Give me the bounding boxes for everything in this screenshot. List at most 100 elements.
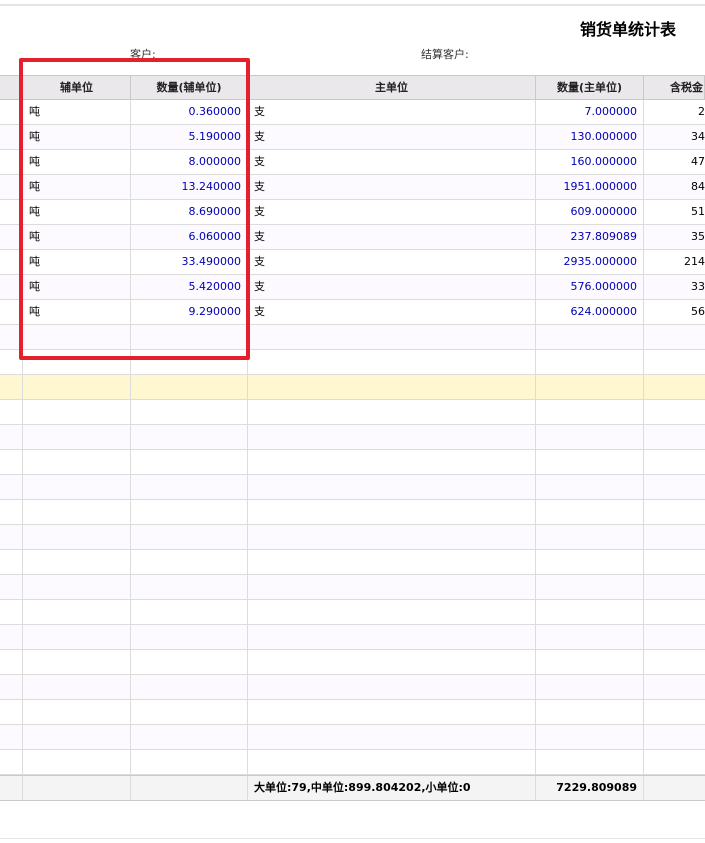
- cell-aux-qty: 8.000000: [131, 150, 248, 174]
- col-header-tax-amount[interactable]: 含税金: [644, 76, 705, 99]
- cell-aux-qty: 0.360000: [131, 100, 248, 124]
- table-row[interactable]: [0, 700, 705, 725]
- table-row[interactable]: 吨 33.490000 支 2935.000000 214: [0, 250, 705, 275]
- cell-tax-amount: [644, 350, 705, 374]
- cell-tax-amount: [644, 625, 705, 649]
- cell-tax-amount: 2: [698, 105, 705, 118]
- table-row[interactable]: [0, 450, 705, 475]
- cell-main-unit: 支: [248, 100, 536, 124]
- cell-main-unit: [248, 550, 536, 574]
- cell-aux-qty: [131, 475, 248, 499]
- col-header-main-unit[interactable]: 主单位: [248, 76, 536, 99]
- row-indicator: [0, 450, 23, 474]
- cell-aux-qty: [131, 650, 248, 674]
- row-indicator: [0, 300, 23, 324]
- table-row[interactable]: 吨 9.290000 支 624.000000 56: [0, 300, 705, 325]
- row-indicator: [0, 650, 23, 674]
- table-row[interactable]: [0, 500, 705, 525]
- row-indicator: [0, 575, 23, 599]
- cell-aux-unit: [23, 550, 131, 574]
- col-header-aux-unit[interactable]: 辅单位: [23, 76, 131, 99]
- cell-aux-unit: [23, 575, 131, 599]
- cell-main-qty: [536, 750, 644, 774]
- table-row[interactable]: 吨 5.190000 支 130.000000 34: [0, 125, 705, 150]
- cell-aux-unit: [23, 650, 131, 674]
- cell-aux-unit: [23, 725, 131, 749]
- settle-customer-label: 结算客户:: [421, 48, 469, 61]
- cell-main-qty: 2935.000000: [536, 250, 644, 274]
- cell-tax-amount: [644, 450, 705, 474]
- cell-main-qty: 576.000000: [536, 275, 644, 299]
- total-aux-qty: [131, 776, 248, 800]
- table-row[interactable]: [0, 600, 705, 625]
- row-indicator: [0, 700, 23, 724]
- table-row[interactable]: [0, 725, 705, 750]
- cell-aux-unit: 吨: [23, 125, 131, 149]
- cell-tax-amount: [644, 375, 705, 399]
- table-row[interactable]: [0, 425, 705, 450]
- cell-aux-unit: 吨: [23, 175, 131, 199]
- table-row[interactable]: [0, 750, 705, 775]
- row-indicator: [0, 175, 23, 199]
- total-row-indicator: [0, 776, 23, 800]
- cell-aux-qty: [131, 600, 248, 624]
- cell-main-unit: [248, 675, 536, 699]
- table-row[interactable]: 吨 8.690000 支 609.000000 51: [0, 200, 705, 225]
- col-header-main-qty[interactable]: 数量(主单位): [536, 76, 644, 99]
- table-row[interactable]: [0, 525, 705, 550]
- table-row[interactable]: 吨 6.060000 支 237.809089 35: [0, 225, 705, 250]
- cell-main-unit: [248, 650, 536, 674]
- table-row[interactable]: [0, 475, 705, 500]
- col-header-aux-qty[interactable]: 数量(辅单位): [131, 76, 248, 99]
- table-row[interactable]: [0, 550, 705, 575]
- cell-aux-unit: [23, 700, 131, 724]
- total-row: 大单位:79,中单位:899.804202,小单位:0 7229.809089: [0, 775, 705, 801]
- cell-main-unit: [248, 500, 536, 524]
- table-row[interactable]: [0, 650, 705, 675]
- cell-tax-amount: 214: [684, 255, 705, 268]
- cell-tax-amount: [644, 700, 705, 724]
- table-row[interactable]: [0, 400, 705, 425]
- cell-main-unit: 支: [248, 225, 536, 249]
- table-body: 吨 0.360000 支 7.000000 2 吨 5.190000 支 130.000000 3…: [0, 100, 705, 775]
- total-aux-unit: [23, 776, 131, 800]
- table-row[interactable]: [0, 350, 705, 375]
- cell-tax-amount: [644, 425, 705, 449]
- top-border: [0, 4, 705, 6]
- table-row[interactable]: [0, 675, 705, 700]
- table-row[interactable]: 吨 8.000000 支 160.000000 47: [0, 150, 705, 175]
- cell-tax-amount: [644, 575, 705, 599]
- cell-main-unit: [248, 375, 536, 399]
- cell-main-unit: [248, 450, 536, 474]
- row-indicator: [0, 750, 23, 774]
- table-row[interactable]: 吨 13.240000 支 1951.000000 84: [0, 175, 705, 200]
- table-row[interactable]: [0, 575, 705, 600]
- cell-tax-amount: [644, 750, 705, 774]
- cell-aux-unit: [23, 450, 131, 474]
- table-row[interactable]: [0, 375, 705, 400]
- cell-aux-unit: 吨: [23, 150, 131, 174]
- row-indicator: [0, 350, 23, 374]
- cell-aux-unit: [23, 600, 131, 624]
- report-grid: 辅单位 数量(辅单位) 主单位 数量(主单位) 含税金 吨 0.360000 支 7.…: [0, 75, 705, 801]
- cell-main-qty: [536, 450, 644, 474]
- header-row-indicator: [0, 76, 23, 99]
- cell-aux-qty: [131, 425, 248, 449]
- table-row[interactable]: [0, 325, 705, 350]
- row-indicator: [0, 400, 23, 424]
- cell-tax-amount: 35: [691, 230, 705, 243]
- cell-tax-amount: [644, 550, 705, 574]
- cell-tax-amount: [644, 600, 705, 624]
- cell-tax-amount: 51: [691, 205, 705, 218]
- cell-main-qty: [536, 500, 644, 524]
- row-indicator: [0, 725, 23, 749]
- cell-main-qty: 237.809089: [536, 225, 644, 249]
- row-indicator: [0, 325, 23, 349]
- cell-aux-unit: [23, 750, 131, 774]
- row-indicator: [0, 625, 23, 649]
- cell-main-qty: [536, 625, 644, 649]
- table-row[interactable]: [0, 625, 705, 650]
- table-row[interactable]: 吨 0.360000 支 7.000000 2: [0, 100, 705, 125]
- row-indicator: [0, 675, 23, 699]
- table-row[interactable]: 吨 5.420000 支 576.000000 33: [0, 275, 705, 300]
